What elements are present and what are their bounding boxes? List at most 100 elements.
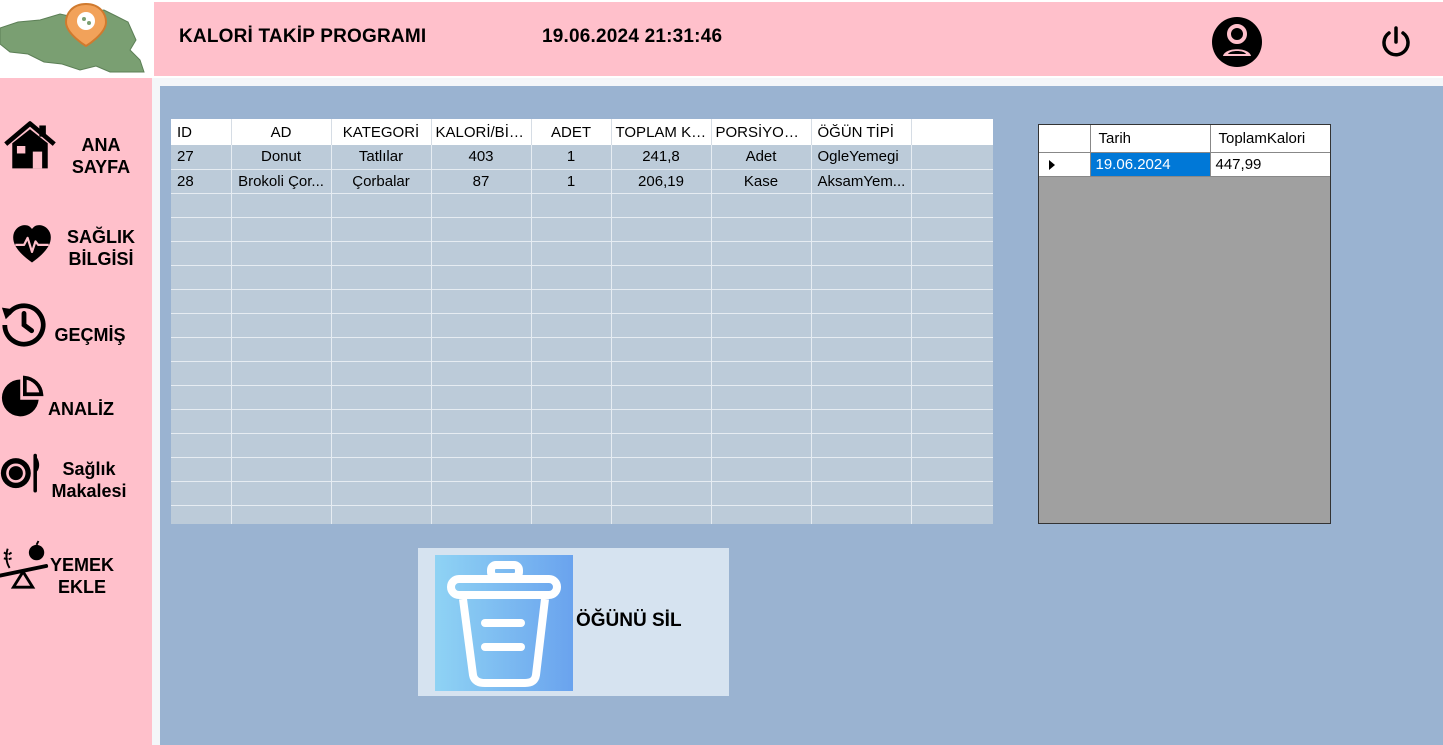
table-cell-empty [331,409,432,434]
datetime-display: 19.06.2024 21:31:46 [542,26,723,47]
table-cell[interactable]: 19.06.2024 [1090,152,1211,177]
table-row[interactable]: 28 Brokoli Çor... Çorbalar 87 1 206,19 K… [171,169,993,194]
table-cell-empty [531,409,612,434]
table-cell-empty [171,289,232,314]
column-header[interactable]: KALORİ/BİR... [431,119,532,145]
table-row[interactable]: 27 Donut Tatlılar 403 1 241,8 Adet OgleY… [171,145,993,170]
table-row[interactable]: 19.06.2024 447,99 [1039,152,1330,177]
table-cell-empty [531,433,612,458]
table-cell[interactable]: Donut [231,145,332,170]
table-cell[interactable]: 447,99 [1210,152,1330,177]
table-row-empty [171,217,993,242]
table-cell-empty [231,289,332,314]
table-cell[interactable]: 28 [171,169,232,194]
column-header[interactable]: ID [171,119,232,145]
table-cell-empty [431,385,532,410]
row-selector[interactable] [1039,152,1091,177]
sidebar-item-ana-sayfa[interactable]: ANA SAYFA [0,116,152,186]
sidebar-item-label: GEÇMİŞ [54,325,126,345]
column-header[interactable]: TOPLAM KA... [611,119,712,145]
header-bar: KALORİ TAKİP PROGRAMI 19.06.2024 21:31:4… [154,2,1443,76]
daily-summary-table[interactable]: Tarih ToplamKalori 19.06.2024 447,99 [1038,124,1331,524]
table-cell-empty [431,313,532,338]
delete-meal-label: ÖĞÜNÜ SİL [576,610,682,631]
sidebar-item-saglik-makalesi[interactable]: Sağlık Makalesi [0,448,152,508]
table-cell-empty [711,361,812,386]
table-cell[interactable]: Çorbalar [331,169,432,194]
table-cell-empty [911,505,993,524]
table-cell[interactable]: Tatlılar [331,145,432,170]
table-cell-empty [231,313,332,338]
table-cell-empty [331,241,432,266]
table-cell-empty [611,385,712,410]
table-cell-empty [811,481,912,506]
table-cell[interactable]: AksamYem... [811,169,912,194]
app-logo [0,0,152,74]
table-cell[interactable]: Kase [711,169,812,194]
table-cell-empty [911,409,993,434]
column-header[interactable]: PORSİYON ... [711,119,812,145]
trash-icon-tile [435,555,573,691]
column-header[interactable]: ADET [531,119,612,145]
table-cell[interactable]: 403 [431,145,532,170]
table-row-empty [171,481,993,506]
table-cell-empty [431,457,532,482]
table-cell-empty [171,481,232,506]
sidebar-item-saglik-bilgisi[interactable]: SAĞLIK BİLGİSİ [0,216,152,276]
table-cell[interactable]: 206,19 [611,169,712,194]
table-cell-empty [811,217,912,242]
table-cell-empty [911,169,993,194]
table-cell-empty [331,337,432,362]
table-cell-empty [431,241,532,266]
table-cell[interactable]: 1 [531,169,612,194]
table-cell-empty [811,241,912,266]
table-cell-empty [171,505,232,524]
table-cell-empty [531,289,612,314]
column-header[interactable]: ToplamKalori [1210,125,1330,153]
table-cell-empty [911,241,993,266]
table-cell-empty [431,217,532,242]
sidebar-item-yemek-ekle[interactable]: YEMEK EKLE [0,540,152,604]
table-cell-empty [331,433,432,458]
table-cell[interactable]: Brokoli Çor... [231,169,332,194]
table-cell-empty [431,481,532,506]
table-cell-empty [711,385,812,410]
table-cell-empty [531,457,612,482]
table-cell-empty [231,241,332,266]
column-header[interactable]: ÖĞÜN TİPİ [811,119,912,145]
table-cell[interactable]: 87 [431,169,532,194]
table-cell[interactable]: OgleYemegi [811,145,912,170]
sidebar-item-analiz[interactable]: ANALİZ [0,368,152,428]
table-cell-empty [231,457,332,482]
table-cell-empty [711,505,812,524]
table-cell-empty [331,193,432,218]
table-cell[interactable]: Adet [711,145,812,170]
table-cell-empty [531,313,612,338]
table-cell-empty [711,217,812,242]
table-cell-empty [531,265,612,290]
user-account-icon[interactable] [1211,16,1263,68]
column-header[interactable]: KATEGORİ [331,119,432,145]
table-cell-empty [911,385,993,410]
column-header[interactable]: AD [231,119,332,145]
table-cell[interactable]: 1 [531,145,612,170]
table-cell-empty [711,265,812,290]
meals-table[interactable]: ID AD KATEGORİ KALORİ/BİR... ADET TOPLAM… [171,119,993,524]
power-icon[interactable] [1378,24,1414,60]
table-cell-empty [171,337,232,362]
table-cell-empty [171,409,232,434]
table-row-empty [171,337,993,362]
table-cell-empty [611,313,712,338]
table-cell-empty [531,481,612,506]
column-header[interactable]: Tarih [1090,125,1211,153]
table-header-row: Tarih ToplamKalori [1039,125,1330,153]
sidebar-item-label: ANALİZ [48,399,114,419]
table-cell-empty [811,385,912,410]
delete-meal-button[interactable]: ÖĞÜNÜ SİL [418,548,729,696]
table-cell[interactable]: 241,8 [611,145,712,170]
plate-cutlery-icon [0,453,40,493]
sidebar-item-gecmis[interactable]: GEÇMİŞ [0,296,152,356]
table-cell-empty [911,193,993,218]
table-cell[interactable]: 27 [171,145,232,170]
table-cell-empty [911,217,993,242]
